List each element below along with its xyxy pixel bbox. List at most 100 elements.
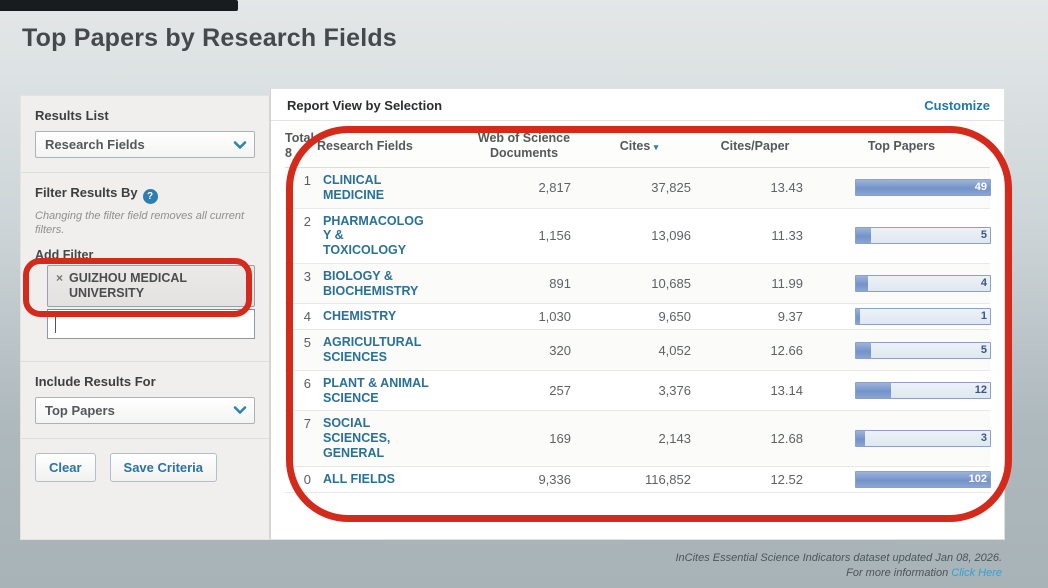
filter-note: Changing the filter field removes all cu… — [35, 210, 255, 238]
dataset-footer: InCites Essential Science Indicators dat… — [675, 551, 1002, 581]
top-papers-cell: 5 — [811, 338, 992, 363]
table-row: 1CLINICAL MEDICINE2,81737,82513.4349 — [285, 168, 990, 209]
filter-results-label-text: Filter Results By — [35, 185, 138, 200]
click-here-link[interactable]: Click Here — [951, 567, 1002, 579]
rank-cell: 7 — [285, 411, 317, 436]
top-papers-cell: 1 — [811, 304, 992, 329]
research-field-link[interactable]: ALL FIELDS — [317, 467, 469, 492]
rank-cell: 1 — [285, 168, 317, 193]
clear-button[interactable]: Clear — [35, 453, 96, 482]
sort-arrow-icon: ▾ — [654, 142, 659, 152]
top-papers-bar-fill — [856, 431, 865, 446]
research-field-link[interactable]: PLANT & ANIMAL SCIENCE — [317, 371, 469, 411]
top-papers-cell: 49 — [811, 175, 992, 200]
top-papers-value: 12 — [975, 384, 987, 396]
col-header-cites-per-paper: Cites/Paper — [699, 133, 811, 160]
include-results-selected: Top Papers — [45, 403, 115, 418]
filter-results-label: Filter Results By? — [35, 185, 255, 204]
top-papers-cell: 5 — [811, 223, 992, 248]
cites-cell: 116,852 — [579, 467, 699, 492]
cites-per-paper-cell: 12.52 — [699, 467, 811, 492]
cites-per-paper-cell: 12.68 — [699, 426, 811, 451]
research-field-link[interactable]: CLINICAL MEDICINE — [317, 168, 469, 208]
col-header-cites[interactable]: Cites ▾ — [579, 133, 699, 160]
wos-documents-cell: 891 — [469, 271, 579, 296]
top-papers-value: 4 — [981, 277, 987, 289]
filter-tag[interactable]: × GUIZHOU MEDICAL UNIVERSITY — [47, 265, 255, 307]
results-list-selected: Research Fields — [45, 137, 145, 152]
rank-cell: 6 — [285, 371, 317, 396]
results-list-section: Results List Research Fields — [21, 96, 269, 173]
top-papers-bar: 1 — [855, 308, 991, 325]
wos-documents-cell: 1,156 — [469, 223, 579, 248]
report-panel: Report View by Selection Customize Total… — [270, 88, 1005, 540]
top-papers-bar: 102 — [855, 471, 991, 488]
filter-tag-label: GUIZHOU MEDICAL UNIVERSITY — [69, 271, 219, 301]
table-row: 5AGRICULTURAL SCIENCES3204,05212.665 — [285, 330, 990, 371]
table-row: 0ALL FIELDS9,336116,85212.52102 — [285, 467, 990, 493]
remove-filter-icon[interactable]: × — [56, 271, 63, 285]
wos-documents-cell: 2,817 — [469, 175, 579, 200]
table-row: 7SOCIAL SCIENCES, GENERAL1692,14312.68 3 — [285, 411, 990, 466]
cites-cell: 37,825 — [579, 175, 699, 200]
total-count-label: Total: 8 — [285, 125, 317, 167]
top-papers-cell: 4 — [811, 271, 992, 296]
table-header-row: Total: 8 Research Fields Web of Science … — [285, 125, 990, 168]
customize-link[interactable]: Customize — [924, 98, 990, 113]
add-filter-input[interactable] — [47, 309, 255, 339]
col-header-research-fields: Research Fields — [317, 133, 469, 160]
wos-documents-cell: 320 — [469, 338, 579, 363]
top-papers-bar: 3 — [855, 430, 991, 447]
top-papers-cell: 102 — [811, 467, 992, 492]
more-info-line: For more information Click Here — [675, 566, 1002, 581]
cites-per-paper-cell: 12.66 — [699, 338, 811, 363]
top-papers-cell: 12 — [811, 378, 992, 403]
cites-per-paper-cell: 11.99 — [699, 271, 811, 296]
table-row: 3BIOLOGY & BIOCHEMISTRY89110,68511.99 4 — [285, 264, 990, 305]
rank-cell: 5 — [285, 330, 317, 355]
report-header-bar: Report View by Selection Customize — [271, 89, 1004, 121]
cites-cell: 10,685 — [579, 271, 699, 296]
top-papers-bar: 5 — [855, 227, 991, 244]
cites-cell: 3,376 — [579, 378, 699, 403]
filters-sidebar: Results List Research Fields Filter Resu… — [20, 95, 270, 540]
top-papers-cell: 3 — [811, 426, 992, 451]
page-title: Top Papers by Research Fields — [22, 24, 397, 53]
text-caret — [55, 316, 56, 333]
results-list-dropdown[interactable]: Research Fields — [35, 131, 255, 158]
app-window: Top Papers by Research Fields Results Li… — [0, 0, 1048, 588]
dataset-updated-text: InCites Essential Science Indicators dat… — [675, 551, 1002, 566]
rank-cell: 0 — [285, 467, 317, 492]
top-papers-bar-fill — [856, 309, 860, 324]
top-papers-bar-fill — [856, 343, 871, 358]
wos-documents-cell: 169 — [469, 426, 579, 451]
research-field-link[interactable]: BIOLOGY & BIOCHEMISTRY — [317, 264, 469, 304]
include-results-section: Include Results For Top Papers — [21, 362, 269, 439]
cites-per-paper-cell: 9.37 — [699, 304, 811, 329]
top-papers-value: 102 — [969, 473, 987, 485]
table-row: 4CHEMISTRY1,0309,6509.371 — [285, 304, 990, 330]
include-results-dropdown[interactable]: Top Papers — [35, 397, 255, 424]
results-table: Total: 8 Research Fields Web of Science … — [285, 125, 990, 493]
sidebar-buttons: Clear Save Criteria — [21, 439, 269, 496]
rank-cell: 3 — [285, 264, 317, 289]
col-header-wos-documents: Web of Science Documents — [469, 125, 579, 167]
research-field-link[interactable]: AGRICULTURAL SCIENCES — [317, 330, 469, 370]
top-left-dark-strip — [0, 0, 238, 11]
research-field-link[interactable]: PHARMACOLOG Y & TOXICOLOGY — [317, 209, 469, 263]
wos-documents-cell: 257 — [469, 378, 579, 403]
cites-cell: 13,096 — [579, 223, 699, 248]
more-info-text: For more information — [846, 567, 948, 579]
add-filter-label: Add Filter — [35, 248, 255, 262]
help-icon[interactable]: ? — [143, 189, 158, 204]
research-field-link[interactable]: SOCIAL SCIENCES, GENERAL — [317, 411, 469, 465]
cites-cell: 2,143 — [579, 426, 699, 451]
top-papers-bar: 49 — [855, 179, 991, 196]
research-field-link[interactable]: CHEMISTRY — [317, 304, 469, 329]
top-papers-bar-fill — [856, 383, 891, 398]
table-body: 1CLINICAL MEDICINE2,81737,82513.43492PHA… — [285, 168, 990, 493]
rank-cell: 2 — [285, 209, 317, 234]
table-row: 6PLANT & ANIMAL SCIENCE2573,37613.1412 — [285, 371, 990, 412]
save-criteria-button[interactable]: Save Criteria — [110, 453, 218, 482]
cites-header-text: Cites — [620, 139, 651, 153]
